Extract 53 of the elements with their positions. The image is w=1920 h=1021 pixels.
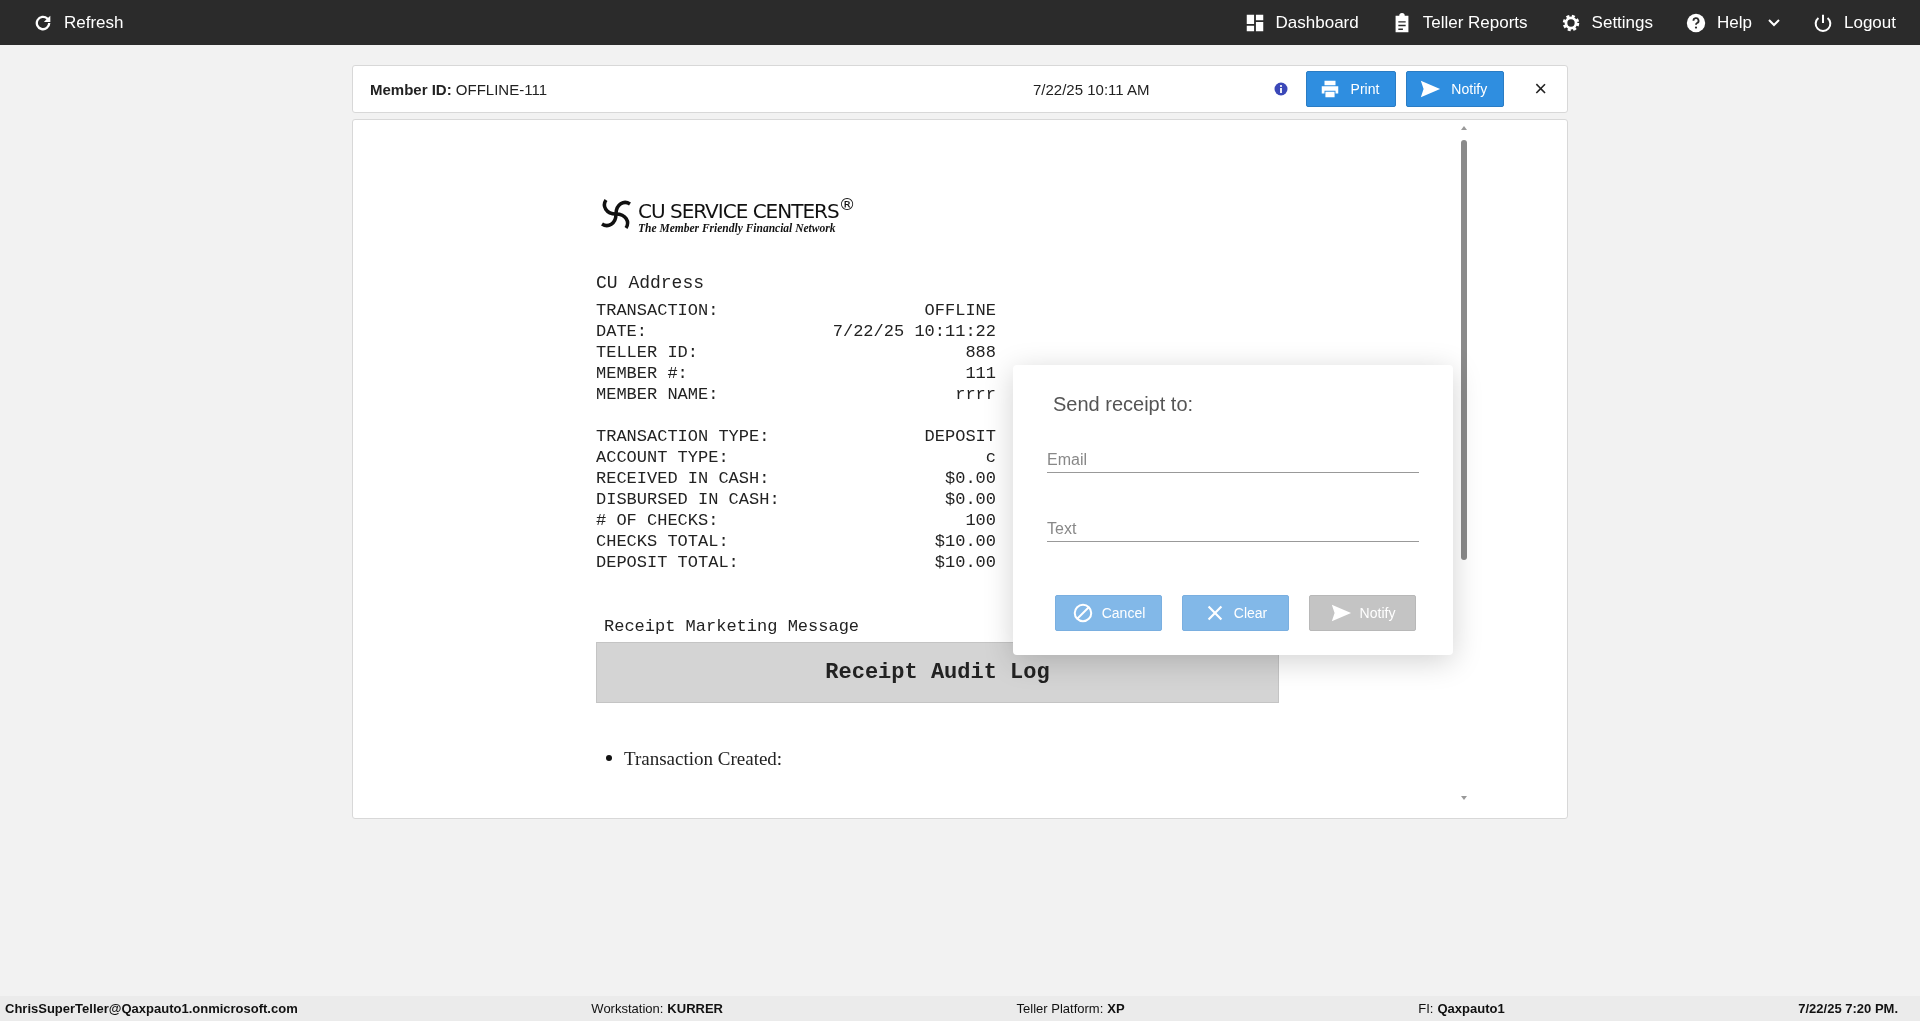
- bullet-icon: [606, 755, 612, 762]
- logo-tagline: The Member Friendly Financial Network: [638, 221, 837, 235]
- member-id: Member ID: OFFLINE-111: [370, 80, 548, 98]
- receipt-label: TELLER ID:: [596, 341, 699, 363]
- cu-address: CU Address: [596, 272, 706, 294]
- send-icon: [1419, 78, 1442, 100]
- status-item: FI: Qaxpauto1: [1418, 1001, 1505, 1016]
- receipt-value: 888: [965, 341, 996, 363]
- logo-title: CU SERVICE CENTERS$^{®}$: [638, 194, 855, 222]
- receipt-value: 7/22/25 10:11:22: [832, 320, 996, 342]
- send-icon: [1329, 602, 1352, 624]
- receipt-value: 111: [965, 362, 996, 384]
- input-field[interactable]: Text: [1047, 517, 1419, 542]
- receipt-label: RECEIVED IN CASH:: [596, 467, 770, 489]
- receipt-value: rrrr: [955, 383, 996, 405]
- marketing-message: Receipt Marketing Message: [604, 615, 861, 637]
- input-field[interactable]: Email: [1047, 448, 1419, 473]
- dialog-title: Send receipt to:: [1053, 393, 1195, 416]
- audit-entry: Transaction Created:: [624, 747, 783, 769]
- nav-item[interactable]: Logout: [1812, 11, 1896, 34]
- help-icon: [1685, 11, 1708, 34]
- receipt-label: DEPOSIT TOTAL:: [596, 551, 739, 573]
- status-item: ChrisSuperTeller@Qaxpauto1.onmicrosoft.com: [5, 1001, 298, 1016]
- receipt-value: $10.00: [934, 530, 996, 552]
- receipt-label: TRANSACTION TYPE:: [596, 425, 770, 447]
- transaction-datetime: 7/22/25 10:11 AM: [1033, 80, 1151, 98]
- receipt-value: $0.00: [945, 488, 996, 510]
- info-icon[interactable]: [1273, 82, 1288, 96]
- nav-item[interactable]: Help: [1685, 11, 1780, 34]
- status-item: Teller Platform: XP: [1016, 1001, 1125, 1016]
- receipt-value: $0.00: [945, 467, 996, 489]
- cancel-icon: [1071, 602, 1094, 624]
- close-button[interactable]: ×: [1528, 76, 1553, 102]
- receipt-label: TRANSACTION:: [596, 299, 719, 321]
- receipt-label: # OF CHECKS:: [596, 509, 719, 531]
- receipt-label: DATE:: [596, 320, 647, 342]
- receipt-value: $10.00: [934, 551, 996, 573]
- receipt-label: DISBURSED IN CASH:: [596, 488, 780, 510]
- receipt-label: CHECKS TOTAL:: [596, 530, 729, 552]
- status-item: Workstation: KURRER: [591, 1001, 723, 1016]
- status-item: 7/22/25 7:20 PM.: [1798, 1001, 1898, 1016]
- audit-log-heading: Receipt Audit Log: [596, 641, 1279, 703]
- nav-item[interactable]: Settings: [1559, 11, 1654, 34]
- receipt-value: OFFLINE: [924, 299, 996, 321]
- receipt-label: MEMBER #:: [596, 362, 688, 384]
- refresh-button[interactable]: Refresh: [32, 11, 124, 34]
- receipt-label: ACCOUNT TYPE:: [596, 446, 729, 468]
- receipt-value: 100: [965, 509, 996, 531]
- nav-item[interactable]: Teller Reports: [1390, 11, 1528, 34]
- receipt-value: c: [985, 446, 996, 468]
- nav-item[interactable]: Dashboard: [1243, 11, 1359, 34]
- receipt-value: DEPOSIT: [924, 425, 996, 447]
- receipt-label: MEMBER NAME:: [596, 383, 719, 405]
